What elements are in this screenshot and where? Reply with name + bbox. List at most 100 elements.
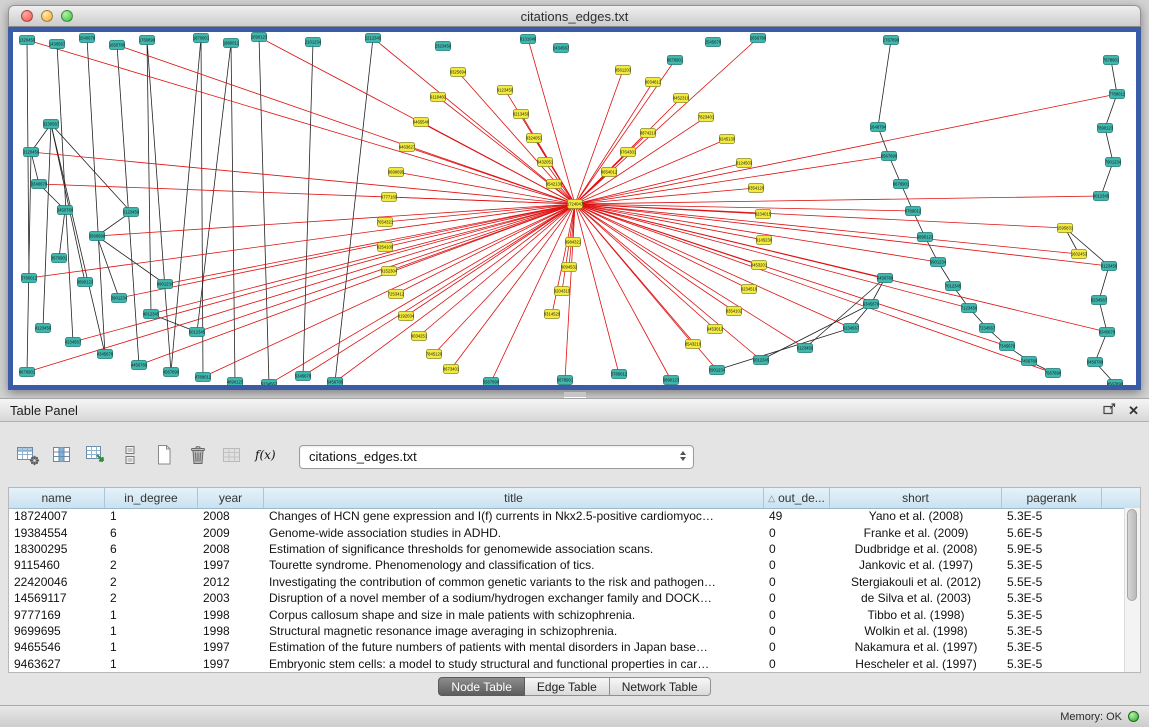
graph-node[interactable]: 6012345 [753, 356, 770, 365]
graph-node[interactable]: 8213450 [513, 110, 530, 119]
table-row[interactable]: 2242004622012Investigating the contribut… [9, 574, 1125, 590]
graph-node[interactable]: 4345678 [97, 350, 114, 359]
graph-node[interactable]: 8673401 [443, 365, 460, 374]
column-header-title[interactable]: title [264, 488, 764, 508]
graph-node[interactable]: 6345678 [863, 300, 880, 309]
window-titlebar[interactable]: citations_edges.txt [8, 5, 1141, 27]
graph-node[interactable]: 3120456 [23, 148, 40, 157]
graph-node[interactable]: 1320456 [19, 36, 36, 45]
network-table-select[interactable]: citations_edges.txt [299, 445, 694, 469]
graph-node[interactable]: 7234567 [979, 324, 996, 333]
column-header-name[interactable]: name [9, 488, 105, 508]
graph-node[interactable]: 3780012 [21, 274, 38, 283]
graph-node[interactable]: 8456789 [1087, 358, 1104, 367]
graph-node[interactable]: 8354102 [726, 307, 743, 316]
graph-node[interactable]: 1595831 [1057, 224, 1074, 233]
graph-node[interactable]: 7654321 [377, 218, 394, 227]
graph-node[interactable]: 4678901 [19, 368, 36, 377]
graph-node[interactable]: 3560890 [89, 232, 106, 241]
graph-node[interactable]: 9245130 [719, 135, 736, 144]
graph-node[interactable]: 4890123 [227, 378, 244, 386]
graph-node[interactable]: 6901234 [930, 258, 947, 267]
graph-node[interactable]: 7823401 [698, 113, 715, 122]
graph-node[interactable]: 8654012 [601, 168, 618, 177]
panel-splitter[interactable] [0, 390, 1149, 398]
graph-node[interactable]: 9354120 [748, 184, 765, 193]
graph-node[interactable]: 9465546 [413, 118, 430, 127]
graph-node[interactable]: 5123456 [123, 208, 140, 217]
close-panel-icon[interactable]: ✕ [1128, 404, 1139, 417]
graph-node[interactable]: 8234567 [1091, 296, 1108, 305]
graph-node[interactable]: 1760890 [139, 36, 156, 45]
graph-node[interactable]: 1602453 [1071, 250, 1088, 259]
graph-node[interactable]: 8345678 [1099, 328, 1116, 337]
graph-node[interactable]: 4901234 [157, 280, 174, 289]
graph-node[interactable]: 9034251 [411, 332, 428, 341]
new-table-button[interactable] [150, 443, 177, 470]
zoom-window-button[interactable] [61, 10, 73, 22]
graph-node[interactable]: 6789012 [905, 207, 922, 216]
import-table-button[interactable] [82, 443, 109, 470]
graph-node[interactable]: 8432051 [537, 158, 554, 167]
close-window-button[interactable] [21, 10, 33, 22]
graph-node[interactable]: 5890123 [663, 376, 680, 385]
table-row[interactable]: 969969511998Structural magnetic resonanc… [9, 623, 1125, 639]
graph-node[interactable]: 8453201 [751, 261, 768, 270]
column-header-short[interactable]: short [830, 488, 1002, 508]
graph-node[interactable]: 6234567 [843, 324, 860, 333]
graph-node[interactable]: 8012345 [1093, 192, 1110, 201]
graph-node[interactable]: 9324051 [526, 134, 543, 143]
graph-node[interactable]: 9118460 [430, 93, 447, 102]
graph-node[interactable]: 9777169 [381, 193, 398, 202]
graph-node[interactable]: 7253412 [388, 290, 405, 299]
graph-node[interactable]: 7890123 [1097, 124, 1114, 133]
graph-node[interactable]: 8123456 [1101, 262, 1118, 271]
graph-node[interactable]: 5012345 [189, 328, 206, 337]
table-settings-button[interactable] [14, 443, 41, 470]
tab-network-table[interactable]: Network Table [610, 677, 711, 696]
graph-node[interactable]: 2434567 [553, 44, 570, 53]
graph-node[interactable]: 7901234 [1105, 158, 1122, 167]
graph-node[interactable]: 2767890 [883, 36, 900, 45]
graph-node[interactable]: 8325694 [450, 68, 467, 77]
graph-node[interactable]: 4012345 [143, 310, 160, 319]
graph-node[interactable]: 9984321 [565, 238, 582, 247]
graph-node[interactable]: 2101234 [305, 38, 322, 47]
table-row[interactable]: 977716911998Corpus callosum shape and si… [9, 606, 1125, 622]
graph-node[interactable]: 9699695 [388, 168, 405, 177]
graph-node[interactable]: 8234015 [755, 210, 772, 219]
graph-node[interactable]: 3230567 [43, 120, 60, 129]
graph-node[interactable]: 1724047 [567, 200, 584, 209]
graph-node[interactable]: 9034612 [645, 78, 662, 87]
graph-node[interactable]: 2090123 [251, 33, 268, 42]
graph-node[interactable]: 8254109 [377, 243, 394, 252]
graph-node[interactable]: 7845120 [426, 350, 443, 359]
graph-node[interactable]: 9542130 [546, 180, 563, 189]
graph-node[interactable]: 9152304 [381, 267, 398, 276]
graph-node[interactable]: 5789012 [611, 370, 628, 379]
graph-node[interactable]: 6567890 [881, 152, 898, 161]
table-row[interactable]: 1938455462009Genome-wide association stu… [9, 524, 1125, 540]
table-row[interactable]: 911546021997Tourette syndrome. Phenomeno… [9, 557, 1125, 573]
graph-node[interactable]: 7567890 [1045, 369, 1062, 378]
graph-node[interactable]: 4567890 [163, 368, 180, 377]
graph-node[interactable]: 8192034 [398, 312, 415, 321]
graph-node[interactable]: 7789012 [1109, 90, 1126, 99]
graph-node[interactable]: 4123456 [35, 324, 52, 333]
splitter-grip[interactable] [564, 391, 586, 398]
graph-node[interactable]: 2323456 [435, 42, 452, 51]
graph-node[interactable]: 8131046 [520, 35, 537, 44]
graph-node[interactable]: 5345678 [295, 372, 312, 381]
column-visibility-button[interactable] [48, 443, 75, 470]
graph-node[interactable]: 8567890 [1107, 380, 1124, 386]
graph-node[interactable]: 9145230 [756, 236, 773, 245]
graph-node[interactable]: 9204315 [554, 287, 571, 296]
graph-node[interactable]: 6456789 [877, 274, 894, 283]
graph-node[interactable]: 5901234 [709, 366, 726, 375]
graph-node[interactable]: 8094532 [561, 263, 578, 272]
graph-node[interactable]: 8452310 [673, 94, 690, 103]
graph-node[interactable]: 1540678 [79, 34, 96, 43]
graph-node[interactable]: 9234510 [741, 285, 758, 294]
graph-node[interactable]: 3340678 [31, 180, 48, 189]
graph-node[interactable]: 2656789 [750, 34, 767, 43]
